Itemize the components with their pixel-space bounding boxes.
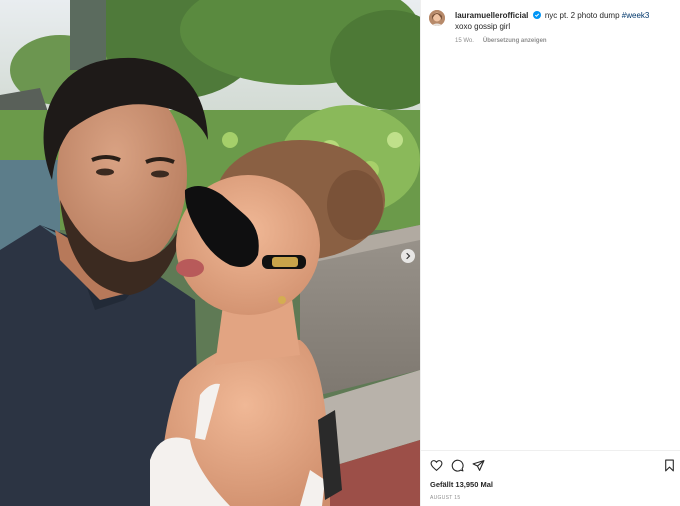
post-photo[interactable] [0, 0, 420, 506]
like-button[interactable] [430, 459, 444, 473]
post-date: AUGUST 15 [430, 495, 461, 501]
actions-divider [421, 450, 680, 451]
next-photo-button[interactable] [401, 249, 415, 263]
avatar-image [429, 10, 445, 26]
username-link[interactable]: lauramuellerofficial [455, 11, 528, 20]
caption-line-2: xoxo gossip girl [455, 22, 511, 31]
caption-text: nyc pt. 2 photo dump [544, 11, 620, 20]
post-side-panel: lauramuellerofficial nyc pt. 2 photo dum… [421, 0, 680, 506]
time-ago: 15 Wo. [455, 38, 474, 44]
action-bar [430, 459, 676, 473]
hashtag-link[interactable]: #week3 [622, 11, 650, 20]
comment-bubble-icon [451, 459, 464, 472]
likes-count[interactable]: Gefällt 13,950 Mal [430, 480, 493, 489]
translate-button[interactable]: Übersetzung anzeigen [483, 36, 547, 47]
paper-plane-icon [472, 460, 485, 471]
comment-button[interactable] [451, 459, 465, 473]
share-button[interactable] [472, 459, 486, 473]
caption: lauramuellerofficial nyc pt. 2 photo dum… [455, 10, 675, 47]
save-button[interactable] [663, 459, 677, 473]
heart-icon [430, 460, 443, 472]
bookmark-icon [665, 459, 674, 472]
instagram-post-view: lauramuellerofficial nyc pt. 2 photo dum… [0, 0, 680, 506]
caption-meta: 15 Wo. Übersetzung anzeigen [455, 36, 675, 47]
verified-badge-icon [532, 11, 541, 19]
avatar[interactable] [429, 10, 445, 26]
caption-row: lauramuellerofficial nyc pt. 2 photo dum… [429, 10, 675, 47]
selfie-image [0, 0, 420, 506]
chevron-right-icon [406, 252, 411, 260]
